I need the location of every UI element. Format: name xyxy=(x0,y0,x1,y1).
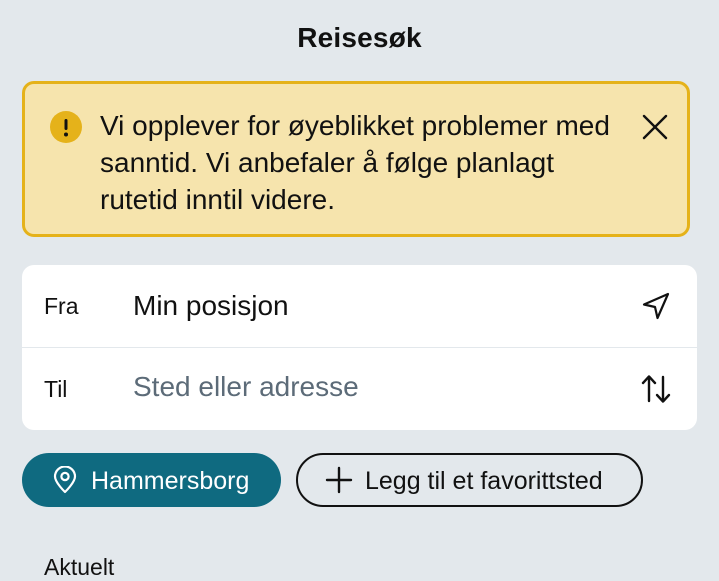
from-label: Fra xyxy=(44,293,79,319)
warning-icon xyxy=(50,111,82,143)
favorite-chip-hammersborg[interactable]: Hammersborg xyxy=(22,453,281,507)
realtime-warning-banner: Vi opplever for øyeblikket problemer med… xyxy=(22,81,690,237)
add-favorite-label: Legg til et favorittsted xyxy=(365,467,603,495)
warning-message: Vi opplever for øyeblikket problemer med… xyxy=(100,110,610,215)
close-icon[interactable] xyxy=(640,112,670,142)
swap-icon[interactable] xyxy=(640,372,672,404)
add-favorite-button[interactable]: Legg til et favorittsted xyxy=(296,453,643,507)
page-title: Reisesøk xyxy=(297,22,422,53)
location-arrow-icon[interactable] xyxy=(640,290,672,322)
section-title-aktuelt: Aktuelt xyxy=(44,554,115,580)
favorite-chip-label: Hammersborg xyxy=(91,467,250,495)
plus-icon xyxy=(325,466,353,494)
destination-input[interactable] xyxy=(133,371,613,403)
location-pin-icon xyxy=(51,465,79,494)
to-row[interactable]: Til xyxy=(22,348,697,430)
to-label: Til xyxy=(44,376,68,402)
trip-search-card: Fra Min posisjon Til xyxy=(22,265,697,430)
from-field[interactable]: Min posisjon xyxy=(133,290,289,322)
from-row[interactable]: Fra Min posisjon xyxy=(22,265,697,347)
